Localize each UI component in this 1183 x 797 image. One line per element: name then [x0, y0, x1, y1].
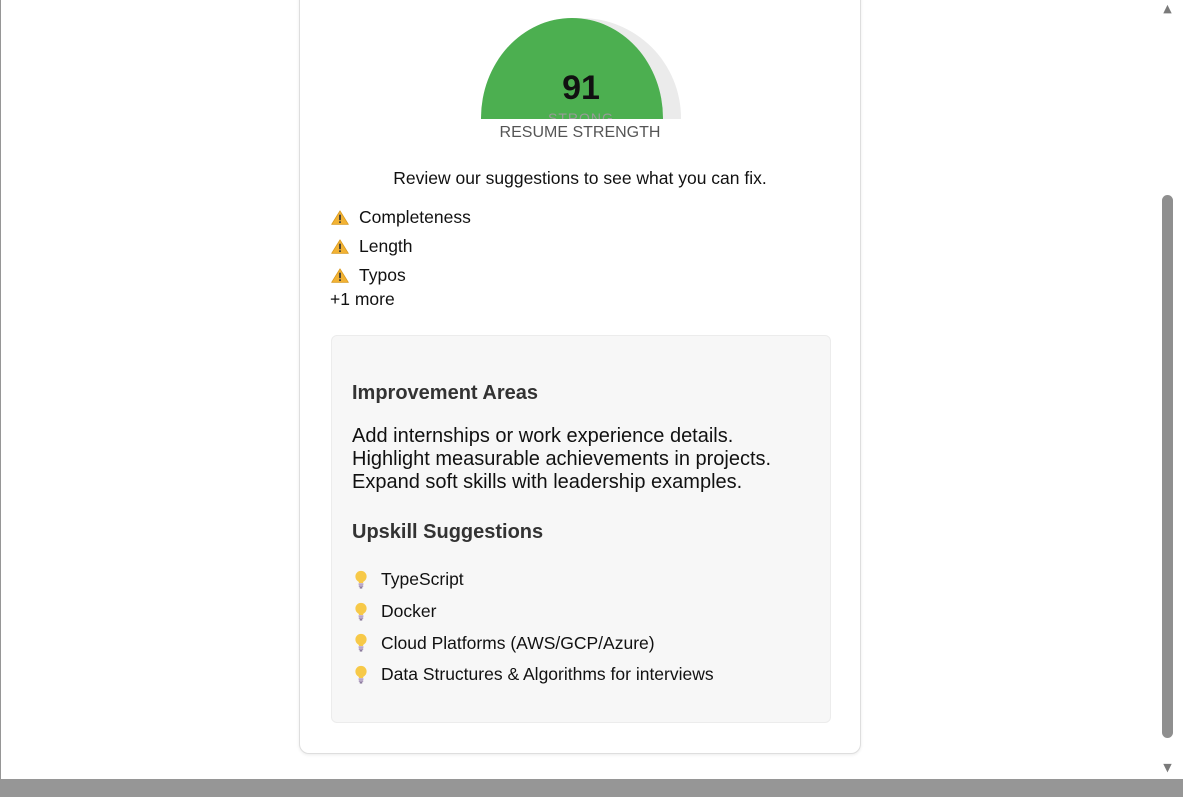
improvement-item: Expand soft skills with leadership examp… — [352, 471, 743, 493]
lightbulb-icon — [355, 634, 367, 652]
warning-icon — [331, 268, 349, 283]
improvement-item: Add internships or work experience detai… — [352, 425, 734, 447]
issue-item[interactable]: Length — [331, 232, 471, 261]
issue-label: Completeness — [359, 207, 471, 227]
improvement-item: Highlight measurable achievements in pro… — [352, 448, 772, 470]
issue-item[interactable]: Typos — [331, 261, 471, 290]
suggestions-panel: Improvement Areas Add internships or wor… — [331, 335, 831, 723]
strength-caption: RESUME STRENGTH — [499, 124, 661, 141]
warning-icon — [331, 210, 349, 225]
upskill-item: Docker — [354, 596, 714, 628]
upskill-label: Cloud Platforms (AWS/GCP/Azure) — [381, 632, 655, 653]
scroll-thumb[interactable] — [1162, 195, 1173, 738]
lightbulb-icon — [355, 602, 367, 621]
scroll-down-arrow-icon[interactable]: ▼ — [1160, 762, 1175, 774]
upskill-item: Data Structures & Algorithms for intervi… — [354, 659, 714, 691]
warning-icon — [331, 239, 349, 254]
issue-item[interactable]: Completeness — [331, 203, 471, 232]
lightbulb-icon — [355, 665, 367, 684]
upskill-item: TypeScript — [354, 564, 714, 596]
gauge-rating: STRONG — [548, 110, 614, 119]
more-issues-link[interactable]: +1 more — [330, 288, 395, 310]
improvement-areas-heading: Improvement Areas — [352, 382, 538, 404]
upskill-suggestions-heading: Upskill Suggestions — [352, 521, 544, 543]
strength-gauge: 91 STRONG — [481, 18, 681, 119]
review-text: Review our suggestions to see what you c… — [393, 168, 767, 188]
lightbulb-icon — [355, 570, 367, 589]
improvement-list: Add internships or work experience detai… — [352, 425, 771, 494]
upskill-label: Data Structures & Algorithms for intervi… — [381, 664, 714, 685]
upskill-label: TypeScript — [381, 569, 464, 590]
upskill-label: Docker — [381, 601, 437, 622]
resume-score-card: 91 STRONG RESUME STRENGTH Review our sug… — [299, 0, 861, 754]
scroll-up-arrow-icon[interactable]: ▲ — [1160, 3, 1175, 15]
upskill-list: TypeScript Docker Cloud Platforms (AWS/G… — [354, 564, 714, 691]
gauge-score: 91 — [562, 69, 600, 107]
upskill-item: Cloud Platforms (AWS/GCP/Azure) — [354, 627, 714, 659]
issue-list: Completeness Length Typos — [331, 203, 471, 290]
issue-label: Typos — [359, 265, 406, 285]
vertical-scrollbar[interactable]: ▲ ▼ — [1158, 0, 1183, 779]
issue-label: Length — [359, 236, 413, 256]
page-viewport: 91 STRONG RESUME STRENGTH Review our sug… — [1, 0, 1158, 779]
